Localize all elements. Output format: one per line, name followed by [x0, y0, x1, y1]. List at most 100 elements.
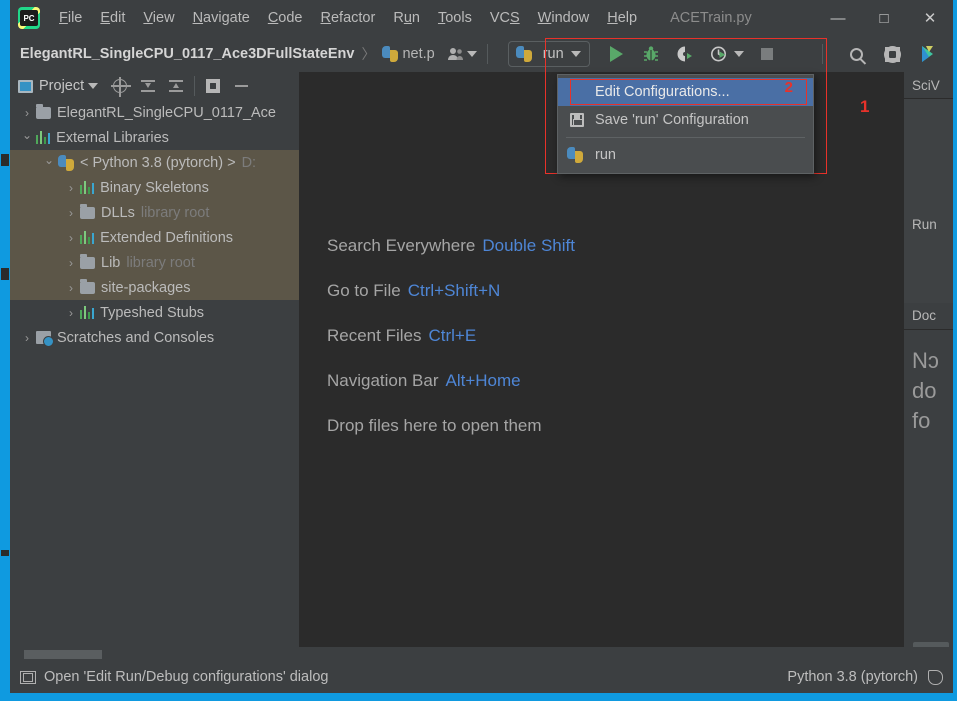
datashare-button[interactable]	[915, 41, 941, 67]
tree-node[interactable]: › Typeshed Stubs	[10, 300, 299, 325]
menu-navigate[interactable]: Navigate	[184, 6, 259, 30]
chevron-right-icon[interactable]: ›	[18, 331, 36, 345]
chevron-right-icon[interactable]: ›	[62, 206, 80, 220]
sciview-body: Run	[904, 99, 953, 303]
hide-panel-button[interactable]	[227, 74, 255, 98]
tree-node[interactable]: › DLLs library root	[10, 200, 299, 225]
interpreter-label[interactable]: Python 3.8 (pytorch)	[787, 669, 918, 685]
navigation-toolbar: ElegantRL_SingleCPU_0117_Ace3DFullStateE…	[10, 36, 953, 72]
breadcrumb-project[interactable]: ElegantRL_SingleCPU_0117_Ace3DFullStateE…	[20, 46, 354, 62]
tree-node[interactable]: › Binary Skeletons	[10, 175, 299, 200]
project-panel-title[interactable]: Project	[39, 78, 84, 94]
menu-item-edit-configurations[interactable]: Edit Configurations... 2	[558, 78, 813, 106]
window-frame-bottom	[0, 693, 957, 701]
run-configuration-selector[interactable]: run	[507, 41, 590, 67]
minimize-button[interactable]: —	[815, 0, 861, 36]
editor-hint-label: Go to File	[327, 281, 401, 300]
gear-icon	[883, 45, 901, 63]
window-frame-right	[953, 0, 957, 701]
editor-hint-shortcut: Ctrl+Shift+N	[407, 281, 501, 300]
tree-node-label: ElegantRL_SingleCPU_0117_Ace	[57, 104, 276, 121]
collapse-all-button[interactable]	[162, 74, 190, 98]
collapse-all-icon	[169, 79, 184, 93]
menu-refactor[interactable]: Refactor	[312, 6, 385, 30]
tree-node[interactable]: › Extended Definitions	[10, 225, 299, 250]
breadcrumb-separator: 〉	[361, 46, 376, 62]
chevron-right-icon[interactable]: ›	[18, 106, 36, 120]
menu-tools[interactable]: Tools	[429, 6, 481, 30]
run-panel-label: Run	[912, 217, 937, 232]
expand-all-button[interactable]	[134, 74, 162, 98]
close-button[interactable]: ✕	[907, 0, 953, 36]
hide-icon	[234, 85, 248, 87]
chevron-right-icon[interactable]: ›	[62, 231, 80, 245]
tree-node[interactable]: › Scratches and Consoles	[10, 325, 299, 350]
tree-node-label: Scratches and Consoles	[57, 329, 215, 346]
project-toolbar-divider	[194, 76, 196, 96]
tree-node[interactable]: ⌄ External Libraries	[10, 125, 299, 150]
lock-icon[interactable]	[928, 669, 943, 685]
chevron-down-icon[interactable]: ⌄	[18, 128, 36, 142]
tree-node[interactable]: › Lib library root	[10, 250, 299, 275]
menu-item-run[interactable]: run	[558, 141, 813, 169]
tree-node-label: < Python 3.8 (pytorch) >	[80, 154, 236, 171]
chevron-right-icon[interactable]: ›	[62, 181, 80, 195]
run-button[interactable]	[604, 41, 630, 67]
tree-node[interactable]: › site-packages	[10, 275, 299, 300]
debug-button[interactable]	[638, 41, 664, 67]
maximize-button[interactable]: □	[861, 0, 907, 36]
chevron-down-icon[interactable]: ⌄	[40, 153, 58, 167]
search-button[interactable]	[843, 41, 869, 67]
chevron-right-icon[interactable]: ›	[62, 306, 80, 320]
tree-node[interactable]: ⌄ < Python 3.8 (pytorch) > D:	[10, 150, 299, 175]
chevron-right-icon[interactable]: ›	[62, 281, 80, 295]
tool-tab-favorites[interactable]	[1, 268, 9, 280]
chevron-right-icon[interactable]: ›	[62, 256, 80, 270]
profile-caret-icon[interactable]	[733, 51, 744, 57]
sciview-tab[interactable]: SciV	[904, 72, 953, 99]
tree-node-label: site-packages	[101, 279, 191, 296]
scratches-icon	[36, 331, 54, 347]
project-tree[interactable]: › ElegantRL_SingleCPU_0117_Ace ⌄ External L…	[10, 100, 299, 661]
profile-button[interactable]	[706, 41, 732, 67]
coverage-button[interactable]	[672, 41, 698, 67]
save-icon	[570, 113, 584, 127]
debug-icon	[643, 46, 658, 61]
locate-button[interactable]	[106, 74, 134, 98]
settings-button[interactable]	[879, 41, 905, 67]
project-settings-button[interactable]	[199, 74, 227, 98]
menu-file[interactable]: File	[50, 6, 91, 30]
editor-hint-label: Navigation Bar	[327, 371, 439, 390]
search-icon	[849, 47, 863, 61]
editor-hint: Search Everywhere Double Shift	[327, 236, 575, 256]
tool-tab-todo[interactable]	[1, 550, 9, 556]
menu-item-run-label: run	[595, 147, 616, 163]
status-bar-icon[interactable]	[20, 670, 36, 684]
menu-help[interactable]: Help	[598, 6, 646, 30]
breadcrumb-file[interactable]: net.p	[402, 46, 434, 62]
python-file-icon	[382, 46, 399, 62]
project-chevron-down-icon[interactable]	[88, 83, 99, 89]
menu-run[interactable]: Run	[384, 6, 429, 30]
left-tool-strip	[0, 72, 10, 661]
expand-all-icon	[141, 79, 156, 93]
editor-hint: Recent Files Ctrl+E	[327, 326, 575, 346]
menu-vcs[interactable]: VCS	[481, 6, 529, 30]
editor-hint-shortcut: Alt+Home	[445, 371, 521, 390]
menu-view[interactable]: View	[134, 6, 183, 30]
menu-item-save-configuration[interactable]: Save 'run' Configuration	[558, 106, 813, 134]
status-bar-message: Open 'Edit Run/Debug configurations' dia…	[44, 669, 329, 685]
tool-tab-structure[interactable]	[1, 154, 9, 166]
tree-node[interactable]: › ElegantRL_SingleCPU_0117_Ace	[10, 100, 299, 125]
documentation-tab[interactable]: Doc	[904, 302, 953, 330]
menu-item-save-configuration-label: Save 'run' Configuration	[595, 112, 749, 128]
stop-button[interactable]	[754, 41, 780, 67]
menu-code[interactable]: Code	[259, 6, 312, 30]
menu-edit[interactable]: Edit	[91, 6, 134, 30]
annotation-step-1: 1	[860, 97, 870, 116]
vcs-user-button[interactable]	[447, 47, 477, 61]
menu-window[interactable]: Window	[529, 6, 599, 30]
project-tool-window: Project › ElegantRL_SingleCPU_0117_Ace ⌄ Ex…	[10, 72, 299, 661]
coverage-icon	[677, 46, 692, 62]
tree-node-suffix: library root	[126, 254, 195, 271]
